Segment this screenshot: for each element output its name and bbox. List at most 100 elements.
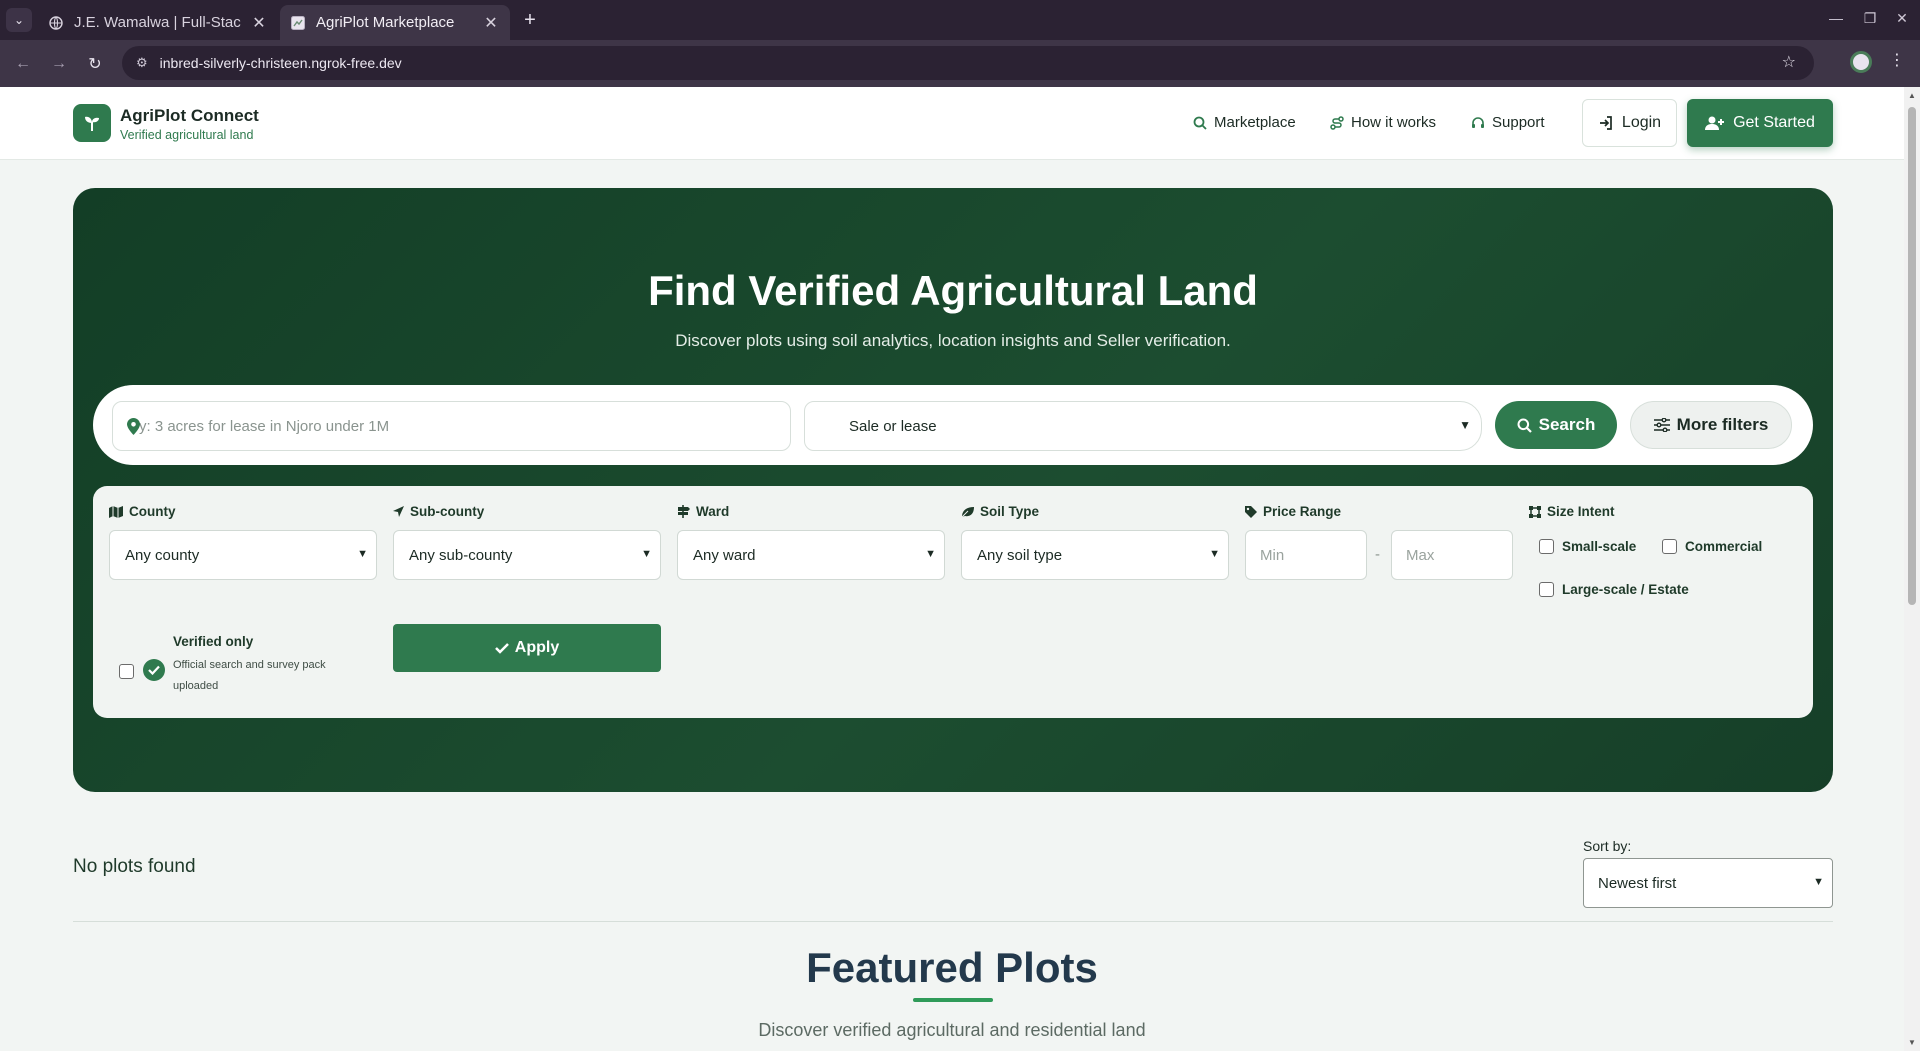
ward-value: Any ward [693,546,756,564]
listing-type-value: Sale or lease [849,417,937,435]
brand-tagline: Verified agricultural land [120,128,254,142]
get-started-button[interactable]: Get Started [1687,99,1833,147]
price-min-input[interactable]: Min [1245,530,1367,580]
forward-arrow-icon[interactable]: → [46,51,72,77]
tag-icon [1245,505,1257,518]
browser-address-bar: ← → ↻ ⚙ inbred-silverly-christeen.ngrok-… [0,40,1920,87]
subcounty-label-text: Sub-county [410,504,485,519]
seedling-icon[interactable] [73,104,111,142]
size-label: Size Intent [1529,504,1615,519]
soil-type-select[interactable]: Any soil type ▼ [961,530,1229,580]
minimize-icon[interactable]: — [1826,10,1846,26]
ward-label-text: Ward [696,504,730,519]
location-arrow-icon [393,506,404,517]
browser-menu-icon[interactable]: ⋮ [1889,50,1905,70]
size-large-checkbox[interactable]: Large-scale / Estate [1539,582,1689,597]
search-icon [1193,116,1207,130]
chevron-down-icon: ▼ [1813,876,1824,888]
profile-avatar[interactable] [1850,51,1872,73]
login-button[interactable]: Login [1582,99,1677,147]
filter-panel: County Any county ▼ Sub-county Any sub-c… [93,486,1813,718]
page-scrollbar[interactable]: ▲ ▼ [1904,87,1920,1051]
bookmark-star-icon[interactable]: ☆ [1782,52,1796,72]
headset-icon [1472,116,1484,128]
verified-checkbox[interactable] [119,664,134,679]
scrollbar-thumb[interactable] [1908,107,1916,605]
close-tab-icon[interactable]: ✕ [482,13,500,33]
size-commercial-checkbox[interactable]: Commercial [1662,539,1762,554]
checkbox-box[interactable] [1662,539,1677,554]
signpost-icon [678,505,690,518]
close-tab-icon[interactable]: ✕ [250,13,268,33]
chevron-down-icon: ▼ [357,548,368,560]
county-value: Any county [125,546,200,564]
search-input[interactable]: y: 3 acres for lease in Njoro under 1M [112,401,791,451]
back-arrow-icon[interactable]: ← [10,51,36,77]
sort-select[interactable]: Newest first ▼ [1583,858,1833,908]
tab-title: AgriPlot Marketplace [316,14,455,31]
nav-support[interactable]: Support [1471,114,1545,131]
nav-marketplace[interactable]: Marketplace [1193,114,1296,131]
sign-in-icon [1599,116,1612,130]
soil-label: Soil Type [961,504,1039,519]
check-circle-icon [143,659,165,681]
county-label: County [109,504,176,519]
brand[interactable]: AgriPlot Connect Verified agricultural l… [120,106,259,142]
size-option-label: Large-scale / Estate [1562,582,1689,597]
search-button[interactable]: Search [1495,401,1617,449]
price-separator: - [1375,546,1380,563]
more-filters-button[interactable]: More filters [1630,401,1792,449]
search-bar: y: 3 acres for lease in Njoro under 1M S… [93,385,1813,465]
checkbox-box[interactable] [1539,539,1554,554]
hero-section: Find Verified Agricultural Land Discover… [73,188,1833,792]
price-label-text: Price Range [1263,504,1342,519]
nav-how-it-works[interactable]: How it works [1330,114,1436,131]
url-field[interactable]: ⚙ inbred-silverly-christeen.ngrok-free.d… [122,46,1814,80]
site-info-icon[interactable]: ⚙ [136,55,148,71]
search-placeholder: y: 3 acres for lease in Njoro under 1M [139,417,390,435]
price-min-placeholder: Min [1260,546,1285,564]
tab-search-button[interactable]: ⌄ [6,8,32,32]
scroll-up-icon[interactable]: ▲ [1908,91,1916,100]
chevron-down-icon: ▼ [925,548,936,560]
price-max-placeholder: Max [1406,546,1435,564]
ward-label: Ward [677,504,729,519]
nav-label: How it works [1351,114,1437,131]
subcounty-select[interactable]: Any sub-county ▼ [393,530,661,580]
leaf-icon [961,506,974,517]
apply-button[interactable]: Apply [393,624,661,672]
globe-icon [48,15,64,31]
login-label: Login [1621,114,1662,131]
restore-icon[interactable]: ❐ [1860,10,1880,27]
search-label: Search [1538,415,1596,434]
size-small-checkbox[interactable]: Small-scale [1539,539,1636,554]
sort-label: Sort by: [1583,838,1632,854]
size-option-label: Commercial [1685,539,1763,554]
page-viewport: AgriPlot Connect Verified agricultural l… [0,87,1904,1051]
size-label-text: Size Intent [1547,504,1615,519]
county-label-text: County [129,504,176,519]
verified-description: Official search and survey pack uploaded [173,659,326,692]
listing-type-select[interactable]: Sale or lease ▼ [804,401,1482,451]
chevron-down-icon: ▼ [1459,418,1471,432]
verified-title: Verified only [173,634,254,649]
tab-portfolio[interactable]: J.E. Wamalwa | Full-Stac ✕ [38,5,278,40]
subcounty-label: Sub-county [393,504,484,519]
scroll-down-icon[interactable]: ▼ [1908,1038,1916,1047]
reload-icon[interactable]: ↻ [82,51,108,77]
new-tab-button[interactable]: + [518,8,542,32]
user-plus-icon [1705,116,1725,130]
window-close-icon[interactable]: ✕ [1892,10,1912,27]
price-max-input[interactable]: Max [1391,530,1513,580]
chevron-down-icon: ▼ [641,548,652,560]
tab-agriplot[interactable]: AgriPlot Marketplace ✕ [280,5,510,40]
ward-select[interactable]: Any ward ▼ [677,530,945,580]
soil-type-value: Any soil type [977,546,1063,564]
browser-tab-bar: ⌄ J.E. Wamalwa | Full-Stac ✕ AgriPlot Ma… [0,0,1920,40]
county-select[interactable]: Any county ▼ [109,530,377,580]
map-icon [109,505,123,518]
brand-name: AgriPlot Connect [120,106,259,125]
soil-label-text: Soil Type [980,504,1040,519]
checkbox-box[interactable] [1539,582,1554,597]
section-divider [73,921,1833,922]
